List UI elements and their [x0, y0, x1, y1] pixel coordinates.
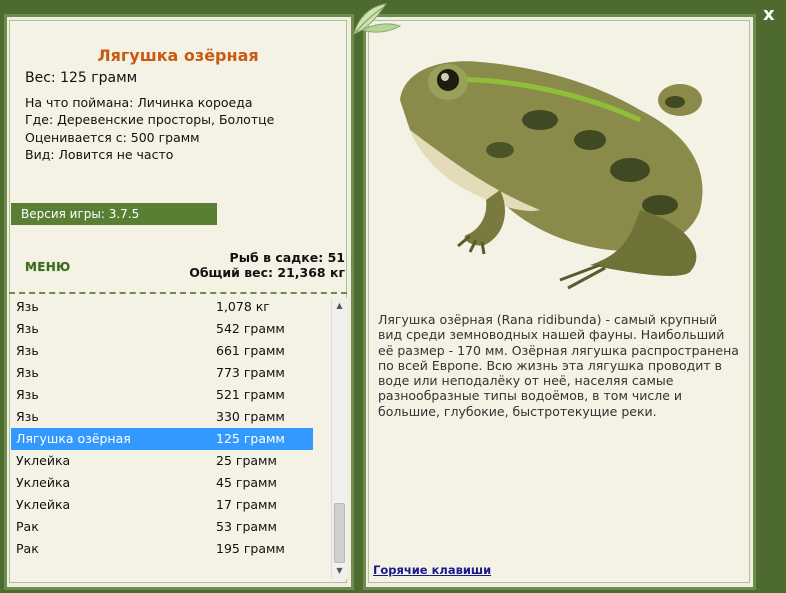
catch-name: Рак [16, 541, 39, 556]
catch-name: Язь [16, 365, 39, 380]
list-item[interactable]: Язь 1,078 кг [11, 296, 331, 318]
catch-name: Уклейка [16, 453, 71, 468]
catch-name: Язь [16, 387, 39, 402]
hotkeys-link[interactable]: Горячие клавиши [373, 563, 491, 577]
catch-details: На что поймана: Личинка короеда Где: Дер… [25, 94, 274, 163]
list-item[interactable]: Язь 542 грамм [11, 318, 331, 340]
catch-name: Уклейка [16, 475, 71, 490]
list-item[interactable]: Язь 521 грамм [11, 384, 331, 406]
divider [9, 292, 347, 294]
bait-info: На что поймана: Личинка короеда [25, 95, 253, 110]
catch-weight-value: 195 грамм [216, 541, 285, 556]
menu-button[interactable]: МЕНЮ [25, 260, 70, 274]
catch-weight-value: 542 грамм [216, 321, 285, 336]
rated-info: Оценивается с: 500 грамм [25, 129, 200, 145]
leaf-ornament-icon [353, 3, 402, 35]
list-item[interactable]: Лягушка озёрная 125 грамм [11, 428, 313, 450]
catch-title: Лягушка озёрная [97, 46, 259, 65]
scroll-down-icon[interactable]: ▼ [332, 563, 347, 579]
list-item[interactable]: Язь 661 грамм [11, 340, 331, 362]
catch-weight: Вес: 125 грамм [25, 70, 138, 86]
catch-name: Язь [16, 343, 39, 358]
catch-name: Язь [16, 299, 39, 314]
catch-name: Язь [16, 321, 39, 336]
catch-weight-value: 773 грамм [216, 365, 285, 380]
fish-count: Рыб в садке: 51 [229, 250, 345, 265]
game-version-bar: Версия игры: 3.7.5 [11, 203, 217, 225]
scrollbar-thumb[interactable] [334, 503, 345, 563]
list-item[interactable]: Язь 773 грамм [11, 362, 331, 384]
keepnet-stats: Рыб в садке: 51 Общий вес: 21,368 кг [189, 250, 345, 280]
catch-list[interactable]: Язь 1,078 кг Язь 542 грамм Язь 661 грамм Язь 77… [11, 296, 331, 579]
catch-weight-value: 53 грамм [216, 519, 277, 534]
location-info: Где: Деревенские просторы, Болотце [25, 112, 275, 128]
catch-list-scrollbar[interactable]: ▲ ▼ [331, 298, 347, 579]
scroll-up-icon[interactable]: ▲ [332, 298, 347, 314]
species-info: Вид: Ловится не часто [25, 146, 174, 162]
catch-weight-value: 17 грамм [216, 497, 277, 512]
catch-weight-value: 125 грамм [216, 431, 285, 446]
close-button[interactable]: x [763, 4, 775, 25]
frog-image [400, 61, 703, 290]
catch-name: Уклейка [16, 497, 71, 512]
total-weight: Общий вес: 21,368 кг [189, 265, 345, 280]
catch-name: Лягушка озёрная [16, 431, 131, 446]
catch-weight-value: 661 грамм [216, 343, 285, 358]
catch-name: Рак [16, 519, 39, 534]
catch-weight-value: 330 грамм [216, 409, 285, 424]
catch-description: Лягушка озёрная (Rana ridibunda) - самый… [378, 312, 739, 419]
catch-weight-value: 521 грамм [216, 387, 285, 402]
catch-weight-value: 25 грамм [216, 453, 277, 468]
list-item[interactable]: Рак 53 грамм [11, 516, 331, 538]
list-item[interactable]: Рак 195 грамм [11, 538, 331, 560]
catch-weight-value: 1,078 кг [216, 299, 270, 314]
list-item[interactable]: Уклейка 17 грамм [11, 494, 331, 516]
list-item[interactable]: Уклейка 25 грамм [11, 450, 331, 472]
catch-weight-value: 45 грамм [216, 475, 277, 490]
list-item[interactable]: Уклейка 45 грамм [11, 472, 331, 494]
catch-name: Язь [16, 409, 39, 424]
list-item[interactable]: Язь 330 грамм [11, 406, 331, 428]
